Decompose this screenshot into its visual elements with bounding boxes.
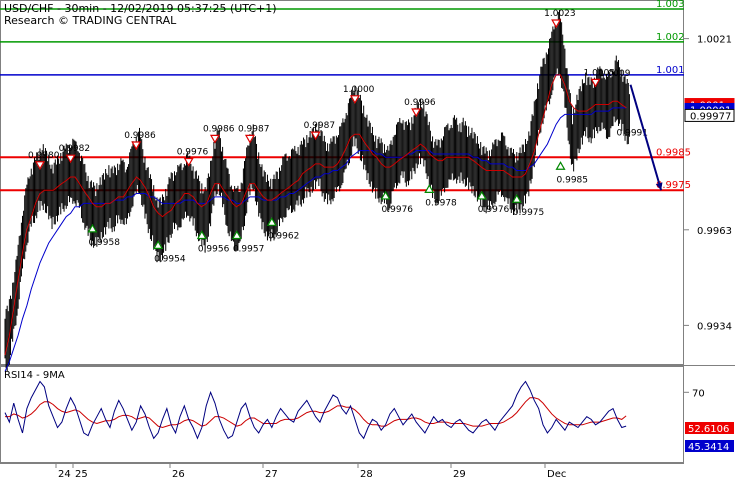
peak-label: 0.9986 bbox=[124, 131, 156, 141]
rsi-title: RSI14 - 9MA bbox=[4, 370, 65, 381]
rsi-tag-label: 52.6106 bbox=[688, 424, 729, 435]
trough-label: 0.9962 bbox=[268, 231, 300, 241]
trough-label: 0.9976 bbox=[478, 205, 510, 215]
rsi-panel bbox=[0, 366, 684, 463]
rsi-tick-label: 70 bbox=[692, 388, 705, 399]
level-label: 1.001 bbox=[656, 65, 685, 76]
price-axis bbox=[684, 0, 735, 365]
time-tick-label: 24 bbox=[58, 469, 71, 480]
trough-label: 0.9957 bbox=[233, 245, 265, 255]
price-chart: 1.003 1.002 1.001 0.9985 0.9975 0.99800.9982… bbox=[0, 0, 735, 480]
trough-label: 0.9954 bbox=[154, 254, 186, 264]
price-tag-label: 0.99977 bbox=[690, 111, 731, 122]
level-label: 1.002 bbox=[656, 32, 685, 43]
peak-label: 0.9996 bbox=[404, 98, 436, 108]
trough-label: 0.9958 bbox=[88, 238, 120, 248]
time-tick-label: 27 bbox=[265, 469, 278, 480]
trough-label: 0.9978 bbox=[425, 198, 457, 208]
peak-label: 0.9982 bbox=[59, 144, 90, 154]
peak-label: 0.9976 bbox=[177, 147, 209, 157]
annotation-label: 1.0009 bbox=[599, 69, 631, 79]
peak-label: 0.9987 bbox=[238, 124, 270, 134]
level-label: 1.003 bbox=[656, 0, 685, 10]
price-tick-label: 0.9963 bbox=[697, 226, 732, 237]
peak-label: 0.9980 bbox=[28, 151, 60, 161]
rsi-tag-label: 45.3414 bbox=[688, 442, 729, 453]
trough-label: 0.9976 bbox=[382, 205, 414, 215]
time-tick-label: 28 bbox=[360, 469, 373, 480]
time-tick-label: 25 bbox=[75, 469, 88, 480]
trough-label: 0.9975 bbox=[513, 208, 545, 218]
price-tick-label: 1.0021 bbox=[697, 35, 732, 46]
time-tick-label: 29 bbox=[453, 469, 466, 480]
chart-subtitle: Research © TRADING CENTRAL bbox=[4, 14, 177, 27]
trough-label: 0.9985 bbox=[557, 175, 589, 185]
time-tick-label: 26 bbox=[172, 469, 185, 480]
peak-label: 0.9987 bbox=[304, 121, 336, 131]
peak-label: 1.0000 bbox=[343, 85, 375, 95]
peak-label: 1.0023 bbox=[544, 9, 576, 19]
price-tick-label: 0.9934 bbox=[697, 321, 732, 332]
trough-label: 0.9956 bbox=[198, 245, 230, 255]
peak-label: 0.9986 bbox=[203, 124, 235, 134]
level-label: 0.9985 bbox=[656, 147, 691, 158]
time-tick-label: Dec bbox=[547, 469, 566, 480]
